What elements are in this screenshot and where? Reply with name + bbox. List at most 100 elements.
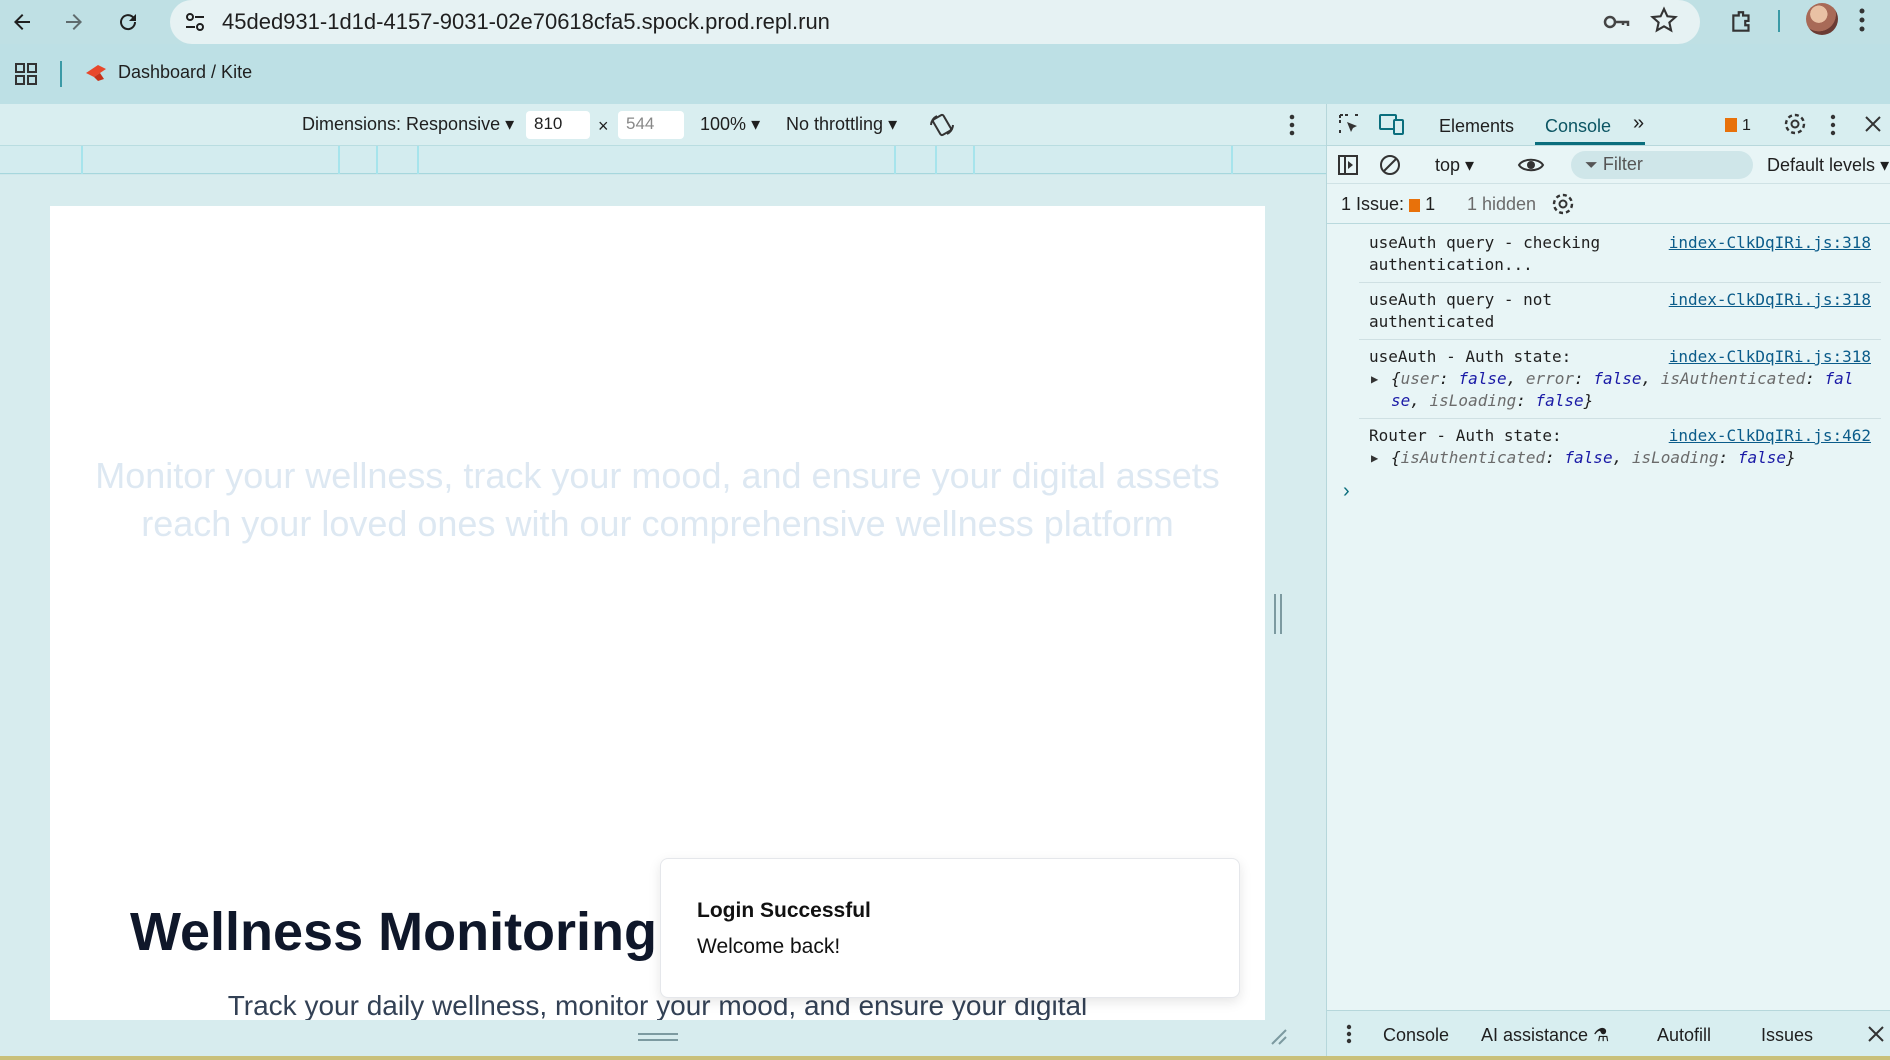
forward-button[interactable] (56, 4, 92, 40)
profile-avatar[interactable] (1806, 3, 1838, 35)
object-value: fal (1824, 369, 1854, 388)
devtools-drawer-tabbar: Console AI assistance ⚗ Autofill Issues (1327, 1010, 1890, 1060)
console-filter-bar: top ▾ ⏷ Filter Default levels ▾ (1327, 146, 1890, 184)
devtools-tabbar: Elements Console » 1 (1327, 104, 1890, 146)
settings-gear-icon[interactable] (1783, 112, 1807, 141)
log-levels-dropdown[interactable]: Default levels ▾ (1767, 155, 1889, 176)
drawer-tab-autofill[interactable]: Autofill (1657, 1025, 1711, 1046)
more-tabs-chevron-icon[interactable]: » (1633, 112, 1644, 135)
media-query-ruler[interactable] (0, 146, 1326, 174)
filter-placeholder: Filter (1602, 154, 1643, 174)
viewport-resize-handle-bottom[interactable] (638, 1033, 678, 1041)
devtools-more-icon[interactable] (1829, 113, 1837, 142)
browser-menu-icon[interactable] (1858, 6, 1866, 39)
clear-console-icon[interactable] (1379, 154, 1401, 181)
throttling-label: No throttling (786, 114, 884, 134)
devtools-panel: Elements Console » 1 top ▾ ⏷ Filter Defa… (1326, 104, 1890, 1060)
bookmark-dashboard-kite[interactable]: Dashboard / Kite (84, 62, 252, 83)
viewport-resize-corner-icon[interactable] (1270, 1028, 1288, 1051)
console-message[interactable]: useAuth - Auth state: index-ClkDqIRi.js:… (1359, 340, 1881, 419)
issues-count: 1 (1425, 194, 1436, 214)
dimensions-dropdown[interactable]: Dimensions: Responsive ▾ (302, 114, 514, 135)
console-message-text: useAuth query - not authenticated (1369, 290, 1562, 331)
chevron-down-icon: ▾ (505, 114, 515, 134)
address-bar[interactable]: 45ded931-1d1d-4157-9031-02e70618cfa5.spo… (170, 0, 1700, 44)
inspect-element-icon[interactable] (1337, 112, 1361, 141)
source-link[interactable]: index-ClkDqIRi.js:462 (1669, 425, 1871, 447)
source-link[interactable]: index-ClkDqIRi.js:318 (1669, 346, 1871, 368)
drawer-tab-console[interactable]: Console (1383, 1025, 1449, 1046)
apps-grid-icon[interactable] (14, 62, 38, 91)
reload-button[interactable] (110, 4, 146, 40)
bookmark-star-icon[interactable] (1650, 6, 1678, 39)
dimensions-label: Dimensions: Responsive (302, 114, 501, 134)
context-selector[interactable]: top ▾ (1435, 155, 1474, 176)
chevron-down-icon: ▾ (888, 114, 898, 134)
toast-title: Login Successful (697, 899, 871, 922)
console-message[interactable]: useAuth query - not authenticated index-… (1359, 283, 1881, 340)
viewport-resize-handle-right[interactable] (1274, 594, 1282, 634)
toast-notification[interactable]: Login Successful Welcome back! (660, 858, 1240, 998)
throttling-dropdown[interactable]: No throttling ▾ (786, 114, 897, 135)
rotate-icon[interactable] (928, 111, 956, 144)
active-tab-indicator (1535, 142, 1645, 145)
site-info-icon[interactable] (182, 9, 208, 35)
source-link[interactable]: index-ClkDqIRi.js:318 (1669, 232, 1871, 254)
password-key-icon[interactable] (1602, 8, 1630, 41)
object-preview[interactable]: ▶ {user: false, error: false, isAuthentic… (1369, 368, 1881, 412)
hero-text-line: Monitor your wellness, track your mood, … (95, 455, 1220, 496)
width-input[interactable]: 810 (526, 111, 590, 139)
chevron-down-icon: ▾ (1465, 155, 1475, 175)
object-value: false (1564, 448, 1613, 467)
extensions-icon[interactable] (1724, 4, 1760, 40)
console-message[interactable]: useAuth query - checking authentication.… (1359, 226, 1881, 283)
object-value: false (1458, 369, 1507, 388)
chevron-down-icon: ▾ (1880, 155, 1890, 175)
object-key: isLoading (1429, 391, 1517, 410)
height-input[interactable]: 544 (618, 111, 684, 139)
expand-triangle-icon[interactable]: ▶ (1371, 447, 1378, 469)
back-arrow-icon (14, 14, 30, 30)
ruler-tick (376, 146, 378, 174)
close-devtools-icon[interactable] (1863, 114, 1883, 139)
device-more-icon[interactable] (1288, 112, 1296, 143)
object-value: false (1535, 391, 1584, 410)
tab-elements[interactable]: Elements (1439, 116, 1514, 137)
hero-text-line: reach your loved ones with our comprehen… (141, 503, 1174, 544)
back-button[interactable] (4, 4, 40, 40)
object-key: isAuthenticated (1400, 448, 1546, 467)
chevron-down-icon: ▾ (751, 114, 761, 134)
console-message-text: Router - Auth state: (1369, 426, 1562, 445)
source-link[interactable]: index-ClkDqIRi.js:318 (1669, 289, 1871, 311)
console-filter-input[interactable]: ⏷ Filter (1571, 151, 1753, 179)
zoom-label: 100% (700, 114, 747, 134)
tab-console[interactable]: Console (1545, 116, 1611, 137)
console-message[interactable]: Router - Auth state: index-ClkDqIRi.js:4… (1359, 419, 1881, 475)
issues-label: 1 Issue: (1341, 194, 1405, 214)
drawer-menu-icon[interactable] (1345, 1023, 1353, 1050)
sidebar-toggle-icon[interactable] (1337, 154, 1359, 181)
console-messages: useAuth query - checking authentication.… (1327, 226, 1890, 475)
hero-text: Monitor your wellness, track your mood, … (50, 452, 1265, 548)
drawer-tab-issues[interactable]: Issues (1761, 1025, 1813, 1046)
issues-badge[interactable]: 1 (1725, 114, 1751, 135)
device-toggle-icon[interactable] (1379, 112, 1405, 141)
zoom-dropdown[interactable]: 100% ▾ (700, 114, 760, 135)
ruler-tick (1231, 146, 1233, 174)
expand-triangle-icon[interactable]: ▶ (1371, 368, 1378, 390)
drawer-tab-ai-assistance[interactable]: AI assistance ⚗ (1481, 1025, 1609, 1046)
close-drawer-icon[interactable] (1867, 1025, 1885, 1048)
live-expression-eye-icon[interactable] (1517, 154, 1545, 181)
url-text[interactable]: 45ded931-1d1d-4157-9031-02e70618cfa5.spo… (222, 9, 830, 35)
object-key: isAuthenticated (1660, 369, 1806, 388)
object-value: false (1737, 448, 1786, 467)
issues-settings-gear-icon[interactable] (1551, 192, 1575, 221)
console-prompt-icon[interactable]: › (1343, 480, 1350, 503)
object-preview[interactable]: ▶ {isAuthenticated: false, isLoading: fal… (1369, 447, 1881, 469)
object-value: false (1593, 369, 1642, 388)
ruler-tick (935, 146, 937, 174)
bottom-edge (0, 1056, 1890, 1060)
flask-icon: ⚗ (1593, 1025, 1610, 1045)
ruler-tick (417, 146, 419, 174)
issues-link[interactable]: 1 Issue: 1 (1341, 194, 1435, 215)
